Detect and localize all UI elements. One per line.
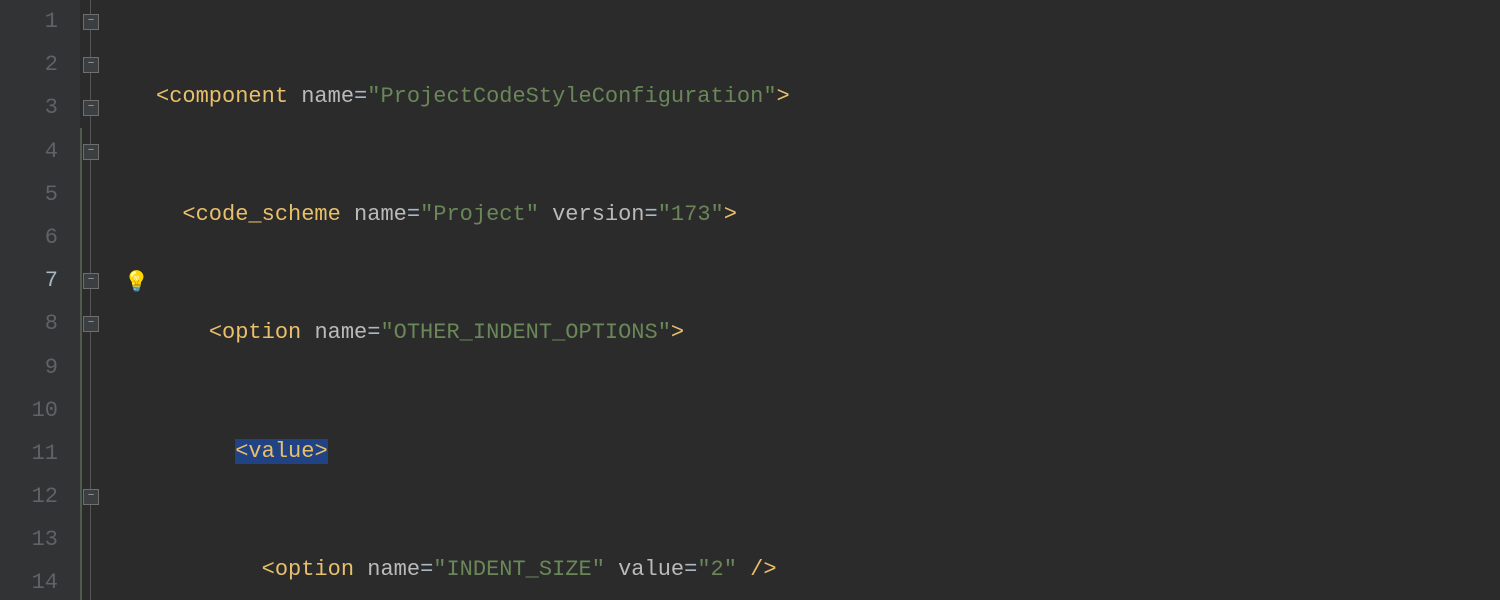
code-line[interactable]: <code_scheme name="Project" version="173… [156,193,1500,236]
line-number[interactable]: 7 [0,259,80,302]
line-number[interactable]: 6 [0,216,80,259]
line-number[interactable]: 9 [0,346,80,389]
code-line[interactable]: <value> [156,430,1500,473]
line-number[interactable]: 11 [0,432,80,475]
line-number[interactable]: 13 [0,518,80,561]
fold-toggle-icon[interactable]: − [83,273,99,289]
line-number[interactable]: 8 [0,302,80,345]
change-marker [80,128,82,600]
line-number[interactable]: 5 [0,173,80,216]
fold-column[interactable]: − − − − − − − [80,0,120,600]
line-number[interactable]: 1 [0,0,80,43]
intention-bulb-icon[interactable]: 💡 [124,269,149,295]
fold-toggle-icon[interactable]: − [83,144,99,160]
fold-toggle-icon[interactable]: − [83,57,99,73]
line-number[interactable]: 10 [0,389,80,432]
code-line[interactable]: <component name="ProjectCodeStyleConfigu… [156,75,1500,118]
line-number[interactable]: 14 [0,561,80,600]
intention-column: 💡 [120,0,156,600]
line-number[interactable]: 2 [0,43,80,86]
code-editor: 1234567891011121314 −−−−−−− 💡 <component… [0,0,1500,600]
fold-toggle-icon[interactable]: − [83,14,99,30]
line-number[interactable]: 3 [0,86,80,129]
line-number[interactable]: 12 [0,475,80,518]
fold-toggle-icon[interactable]: − [83,489,99,505]
code-area[interactable]: <component name="ProjectCodeStyleConfigu… [156,0,1500,600]
fold-toggle-icon[interactable]: − [83,100,99,116]
line-number[interactable]: 4 [0,130,80,173]
code-line[interactable]: <option name="INDENT_SIZE" value="2" /> [156,548,1500,591]
line-number-gutter[interactable]: 1234567891011121314 [0,0,80,600]
code-line[interactable]: <option name="OTHER_INDENT_OPTIONS"> [156,311,1500,354]
fold-toggle-icon[interactable]: − [83,316,99,332]
fold-guide [90,0,91,600]
